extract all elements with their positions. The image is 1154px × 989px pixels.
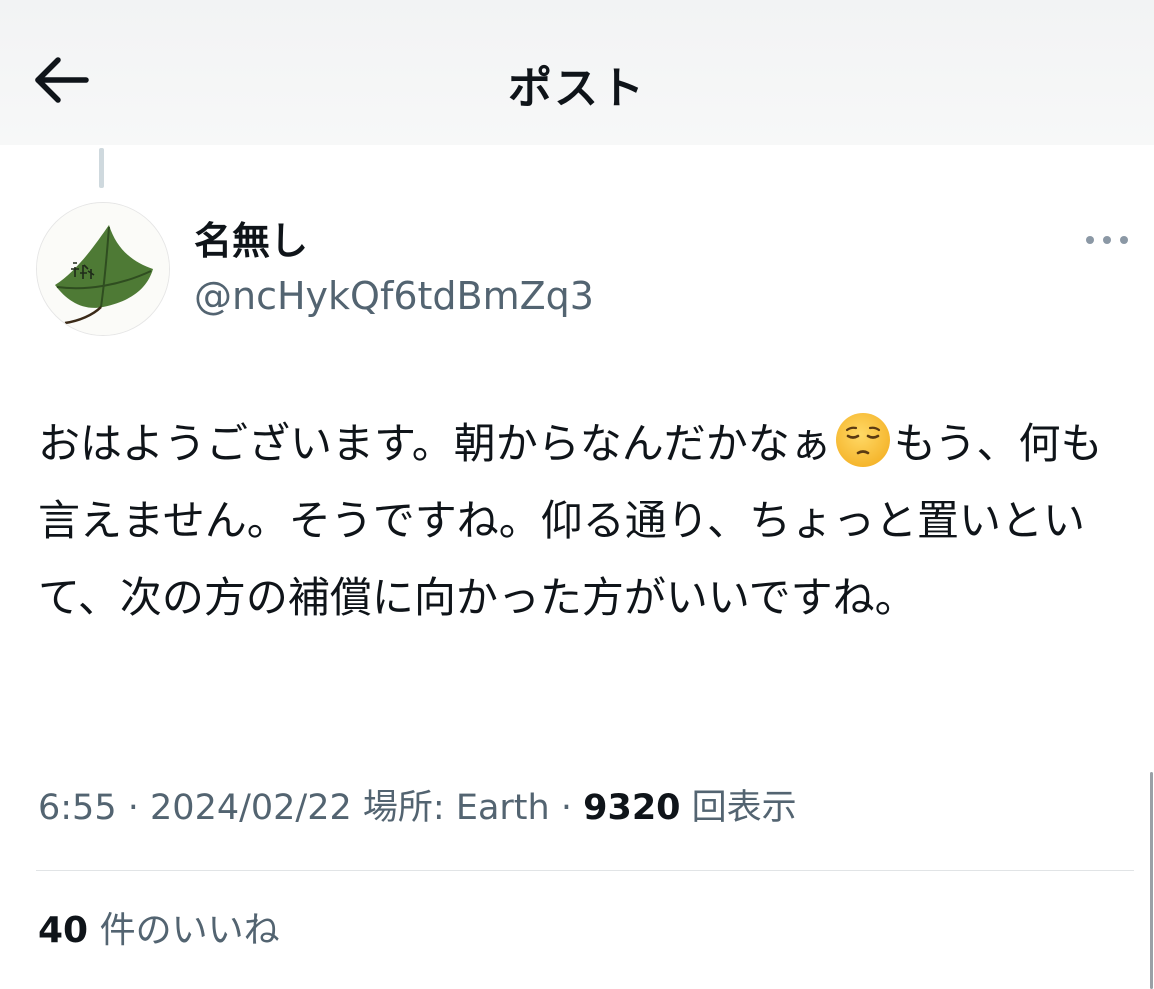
likes-count: 40 xyxy=(38,910,89,951)
meta-separator: · xyxy=(560,788,572,828)
views-label: 回表示 xyxy=(691,788,797,828)
post-date[interactable]: 2024/02/22 xyxy=(150,788,352,828)
author-handle[interactable]: @ncHykQf6tdBmZq3 xyxy=(194,271,594,321)
post-text-part-1: おはようございます。朝からなんだかなぁ xyxy=(38,419,832,468)
thread-connector-line xyxy=(99,148,104,188)
post-time[interactable]: 6:55 xyxy=(38,788,117,828)
post-text: おはようございます。朝からなんだかなぁ もう、何も言えません。そうですね。仰る通… xyxy=(38,405,1136,636)
author-display-name[interactable]: 名無し xyxy=(194,218,308,264)
more-dots-icon xyxy=(1086,236,1128,244)
avatar[interactable] xyxy=(36,202,170,336)
likes-summary[interactable]: 40 件のいいね xyxy=(38,906,280,956)
meta-separator: · xyxy=(127,788,139,828)
post-location: 場所: Earth xyxy=(362,788,550,828)
views-count: 9320 xyxy=(583,788,681,828)
post-meta: 6:55 · 2024/02/22 場所: Earth · 9320 回表示 xyxy=(38,783,797,833)
more-options-button[interactable] xyxy=(1080,226,1134,254)
leaf-avatar-image xyxy=(37,203,169,335)
scrollbar[interactable] xyxy=(1150,772,1153,989)
divider xyxy=(36,870,1134,871)
pensive-face-emoji xyxy=(835,413,890,467)
top-bar: ポスト xyxy=(0,0,1154,145)
page-title: ポスト xyxy=(508,63,646,114)
likes-label: 件のいいね xyxy=(99,910,280,951)
